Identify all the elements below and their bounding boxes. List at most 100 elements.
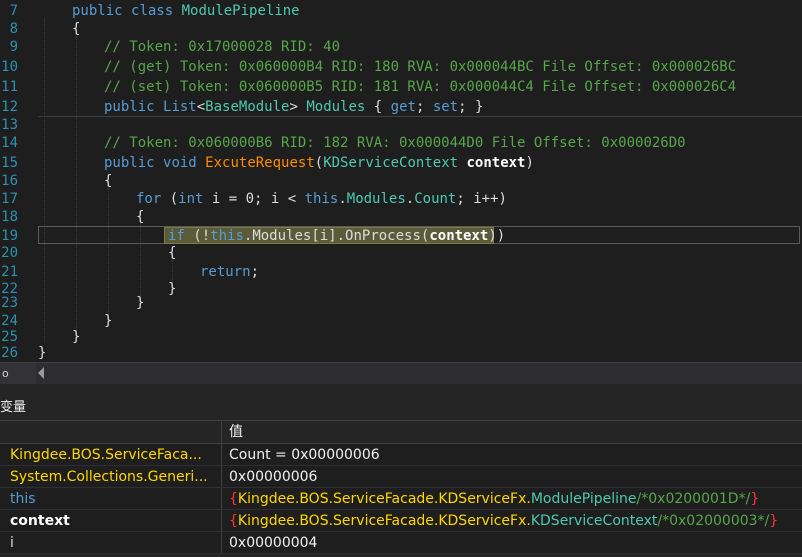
code-line: 23 }: [0, 294, 802, 312]
line-number: 17: [1, 191, 18, 207]
panel-title: 变量: [0, 400, 27, 415]
code-line: 14 // Token: 0x060000B6 RID: 182 RVA: 0x…: [0, 134, 802, 152]
property-name: Modules: [306, 99, 366, 115]
zoom-level[interactable]: o: [0, 363, 36, 384]
variable-value: {Kingdee.BOS.ServiceFacade.KDServiceFx.M…: [229, 491, 760, 507]
line-number: 15: [1, 155, 18, 171]
table-row[interactable]: System.Collections.Generi... 0x00000006: [0, 466, 802, 488]
brace: {: [168, 245, 177, 261]
punct: (: [314, 155, 324, 171]
punct: .: [405, 191, 415, 207]
line-number: 9: [9, 39, 18, 55]
code-line: 26 }: [0, 344, 802, 362]
keyword: set: [432, 99, 459, 115]
punct: ; }: [458, 99, 484, 115]
code-line: 7 public class ModulePipeline: [0, 2, 802, 20]
type-name: KDServiceContext: [323, 155, 459, 171]
code-line: 21 return;: [0, 263, 802, 281]
line-number: 7: [9, 3, 18, 19]
code-line: 16 {: [0, 172, 802, 190]
type-name: BaseModule: [205, 99, 290, 115]
variable-name: i: [10, 535, 14, 551]
variable-value: Count = 0x00000006: [229, 447, 380, 463]
punct: ): [496, 228, 506, 244]
comment: // Token: 0x17000028 RID: 40: [104, 39, 341, 55]
brace: }: [136, 295, 145, 311]
code-line: 12 public List<BaseModule> Modules { get…: [0, 98, 802, 116]
code-line: 20 {: [0, 244, 802, 262]
keyword: int: [178, 191, 204, 207]
table-row[interactable]: this {Kingdee.BOS.ServiceFacade.KDServic…: [0, 488, 802, 510]
punct: ; i++): [456, 191, 507, 207]
class-name: ModulePipeline: [173, 3, 300, 19]
type-name: List: [163, 99, 197, 115]
brace: {: [136, 209, 145, 225]
line-number: 14: [1, 135, 18, 151]
punct: ;: [250, 264, 260, 280]
punct: (!: [184, 228, 211, 244]
property-name: Count: [414, 191, 457, 207]
variable-name: this: [10, 491, 36, 507]
comment: // (get) Token: 0x060000B4 RID: 180 RVA:…: [104, 59, 737, 75]
column-divider: [221, 444, 222, 465]
brace: }: [38, 345, 47, 361]
code-line-current: 19 if (!this.Modules[i].OnProcess(contex…: [0, 227, 802, 245]
variable-value: {Kingdee.BOS.ServiceFacade.KDServiceFx.K…: [229, 513, 779, 529]
code-line: 18 {: [0, 208, 802, 226]
keyword: return: [200, 264, 251, 280]
code-line: 13: [0, 116, 802, 134]
keyword: public: [104, 99, 155, 115]
scroll-left-icon[interactable]: [38, 367, 44, 379]
code-line: 11 // (set) Token: 0x060000B5 RID: 181 R…: [0, 78, 802, 96]
table-row[interactable]: context {Kingdee.BOS.ServiceFacade.KDSer…: [0, 510, 802, 532]
variable-name: Kingdee.BOS.ServiceFaca...: [10, 447, 202, 463]
column-header-name[interactable]: [0, 421, 222, 443]
column-divider: [221, 466, 222, 487]
splitter[interactable]: [0, 384, 802, 396]
keyword: this: [210, 228, 244, 244]
code-line: 10 // (get) Token: 0x060000B4 RID: 180 R…: [0, 58, 802, 76]
column-headers: 值: [0, 420, 802, 444]
line-number: 26: [1, 345, 18, 361]
method-call: .OnProcess: [336, 228, 421, 244]
variable-name: System.Collections.Generi...: [10, 469, 208, 485]
comment: // (set) Token: 0x060000B5 RID: 181 RVA:…: [104, 79, 737, 95]
keyword: this: [304, 191, 339, 207]
column-header-value[interactable]: 值: [229, 421, 243, 443]
punct: <: [196, 99, 206, 115]
code-line: 8 {: [0, 20, 802, 38]
code-editor[interactable]: 7 public class ModulePipeline 8 { 9 // T…: [0, 0, 802, 362]
table-row[interactable]: Kingdee.BOS.ServiceFaca... Count = 0x000…: [0, 444, 802, 466]
brace: {: [104, 173, 113, 189]
punct: (: [161, 191, 179, 207]
keyword: get: [390, 99, 416, 115]
punct: ): [525, 155, 534, 171]
line-number: 18: [1, 209, 18, 225]
method-name: ExcuteRequest: [205, 155, 315, 171]
keyword: public: [104, 155, 155, 171]
code-line: 17 for (int i = 0; i < this.Modules.Coun…: [0, 190, 802, 208]
punct: ;: [415, 99, 433, 115]
line-number: 11: [1, 79, 18, 95]
variable-value: 0x00000006: [229, 469, 318, 485]
column-divider: [221, 532, 222, 553]
locals-panel: 变量 值 Kingdee.BOS.ServiceFaca... Count = …: [0, 396, 802, 557]
punct: .: [338, 191, 347, 207]
code-line: 9 // Token: 0x17000028 RID: 40: [0, 38, 802, 56]
column-divider: [221, 488, 222, 509]
line-number: 8: [9, 21, 18, 37]
line-number: 20: [1, 245, 18, 261]
horizontal-scrollbar[interactable]: o: [0, 362, 802, 384]
line-number: 19: [1, 228, 18, 244]
brace: {: [72, 21, 81, 37]
line-number: 16: [1, 173, 18, 189]
line-number: 23: [1, 295, 18, 311]
line-number: 21: [1, 264, 18, 280]
keyword: for: [136, 191, 162, 207]
line-number: 12: [1, 99, 18, 115]
table-row[interactable]: i 0x00000004: [0, 532, 802, 554]
keyword: void: [163, 155, 197, 171]
punct: ): [488, 228, 497, 244]
comment: // Token: 0x060000B6 RID: 182 RVA: 0x000…: [104, 135, 686, 151]
punct: >: [289, 99, 298, 115]
